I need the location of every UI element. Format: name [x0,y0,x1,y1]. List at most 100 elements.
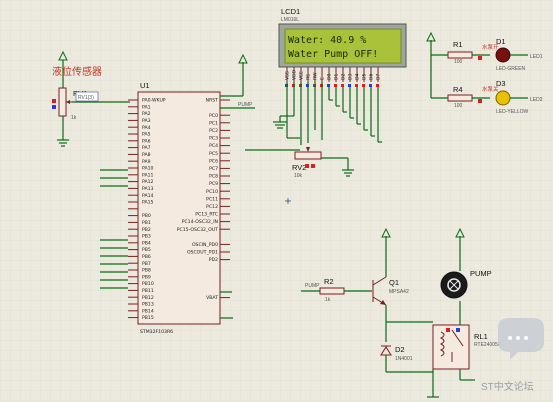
r1-ref: R1 [453,40,463,49]
lcd-pin: E [320,77,326,80]
mcu-left-pin: PA15 [142,200,154,206]
mcu-left-pin: PA6 [142,138,151,144]
mcu-right-pin: PC15-OSC32_OUT [177,227,218,233]
mcu-right-pin: PC2 [209,128,218,134]
r4-body [447,94,473,102]
mcu-right-pin: PC7 [209,166,218,172]
r2-value: 1k [325,297,331,303]
r2-net: PUMP [305,283,320,289]
mcu-left-pin: PB4 [142,240,151,246]
mcu-left-pin: PA9 [142,159,151,165]
q1-part: MPSA42 [389,289,409,295]
mcu-right-pin: PC4 [209,143,218,149]
mcu-right-pin: PC5 [209,151,218,157]
mcu-right-pin: PC6 [209,158,218,164]
r1-body [447,51,473,59]
d3-note: 水泵关 [482,85,499,93]
d2-part: 1N4001 [395,356,413,362]
lcd-pin: D7 [376,73,382,80]
schematic-canvas[interactable]: 液位传感器 RV1 1k RV1(3) U1 STM32F103R6 PA0-W… [0,0,553,402]
mcu-left-pin: PB11 [142,288,154,294]
lcd-pin: RS [306,74,312,80]
mcu-left-pin: PA3 [142,118,151,124]
watermark-text: ST中文论坛 [481,380,534,393]
mcu-right-pin: NRST [206,98,219,104]
pump-label: PUMP [470,269,492,278]
led2-net: LED2 [530,97,543,103]
lcd-line-2: Water Pump OFF! [288,49,378,60]
mcu-pump-net: PUMP [238,102,253,108]
mcu-left-pin: PB6 [142,254,151,260]
mcu-left-pin: PA13 [142,186,154,192]
mcu-right-pin: PC9 [209,181,218,187]
mcu-left-pin: PA2 [142,111,151,117]
mcu-left-pin: PB8 [142,268,151,274]
mcu-right-pin: PC0 [209,113,218,119]
lcd-pin: VEE [299,71,305,80]
mcu-left-pin: PB10 [142,281,154,287]
mcu-right-pin: PD2 [209,257,218,263]
d2-ref: D2 [395,345,405,354]
lcd-pin: D6 [369,73,375,80]
mcu-ref: U1 [140,81,150,90]
mcu-right-pin: PC14-OSC32_IN [182,219,218,225]
mcu-left-pin: PA12 [142,179,154,185]
rv1-value: 1k [71,115,77,121]
mcu-left-pin: PA1 [142,104,151,110]
mcu-left-pin: PB9 [142,274,151,280]
mcu-left-pin: PA14 [142,193,154,199]
lcd-line-1: Water: 40.9 % [288,35,366,46]
mcu-left-pin: PB12 [142,295,154,301]
mcu-right-pin: PC8 [209,174,218,180]
mcu-left-pin: PA5 [142,132,151,138]
mcu-right-pin: PC13_RTC [195,212,218,218]
lcd-pin: D5 [362,73,368,80]
d1-note: 水泵开 [482,43,499,51]
d3-part: LED-YELLOW [496,109,529,115]
rv1-body [58,87,67,117]
rv2-body [294,151,322,160]
lcd-pin: D1 [334,73,340,80]
lcd-pin: D2 [341,73,347,80]
mcu-left-pin: PB2 [142,227,151,233]
r4-ref: R4 [453,85,463,94]
r2-ref: R2 [324,277,334,286]
r1-value: 100 [454,59,463,65]
lcd-pin: D3 [348,73,354,80]
mcu-left-pin: PA0-WKUP [142,98,166,104]
rl1-ref: RL1 [474,332,488,341]
mcu-left-pin: PB5 [142,247,151,253]
lcd-pin: VDD [292,69,298,80]
lcd-pin: VSS [285,71,291,80]
mcu-right-pin: PC10 [206,189,218,195]
mcu-right-pin: PC12 [206,204,218,210]
d1-part: LED-GREEN [496,66,526,72]
r2-body [319,287,345,295]
mcu-left-pin: PA11 [142,172,154,178]
q1-ref: Q1 [389,278,399,287]
relay-body [432,324,470,370]
led1-net: LED1 [530,54,543,60]
mcu-left-pin: PB7 [142,261,151,267]
mcu-left-pin: PB14 [142,308,154,314]
mcu-right-pin: PC1 [209,120,218,126]
r4-value: 100 [454,103,463,109]
rv2-value: 10k [294,173,303,179]
mcu-left-pin: PA10 [142,166,154,172]
lcd-part: LM016L [281,17,299,23]
sensor-title-cn: 液位传感器 [52,65,102,78]
lcd-ref: LCD1 [281,7,300,16]
lcd-pin: D4 [355,73,361,80]
mcu-left-pin: PB0 [142,213,151,219]
rl1-part: RTE24005F [474,342,501,348]
mcu-right-pin: OSCIN_PD0 [192,242,218,248]
mcu-left-pin: PA4 [142,125,151,131]
mcu-right-pin: VBAT [206,295,218,301]
rv2-ref: RV2 [292,163,306,172]
led-yellow-icon [495,90,511,106]
mcu-part: STM32F103R6 [140,329,173,335]
mcu-right-pin: OSCOUT_PD1 [187,250,218,256]
mcu-left-pin: PB1 [142,220,151,226]
probe-label: RV1(3) [78,95,94,101]
mcu-left-pin: PB15 [142,315,154,321]
